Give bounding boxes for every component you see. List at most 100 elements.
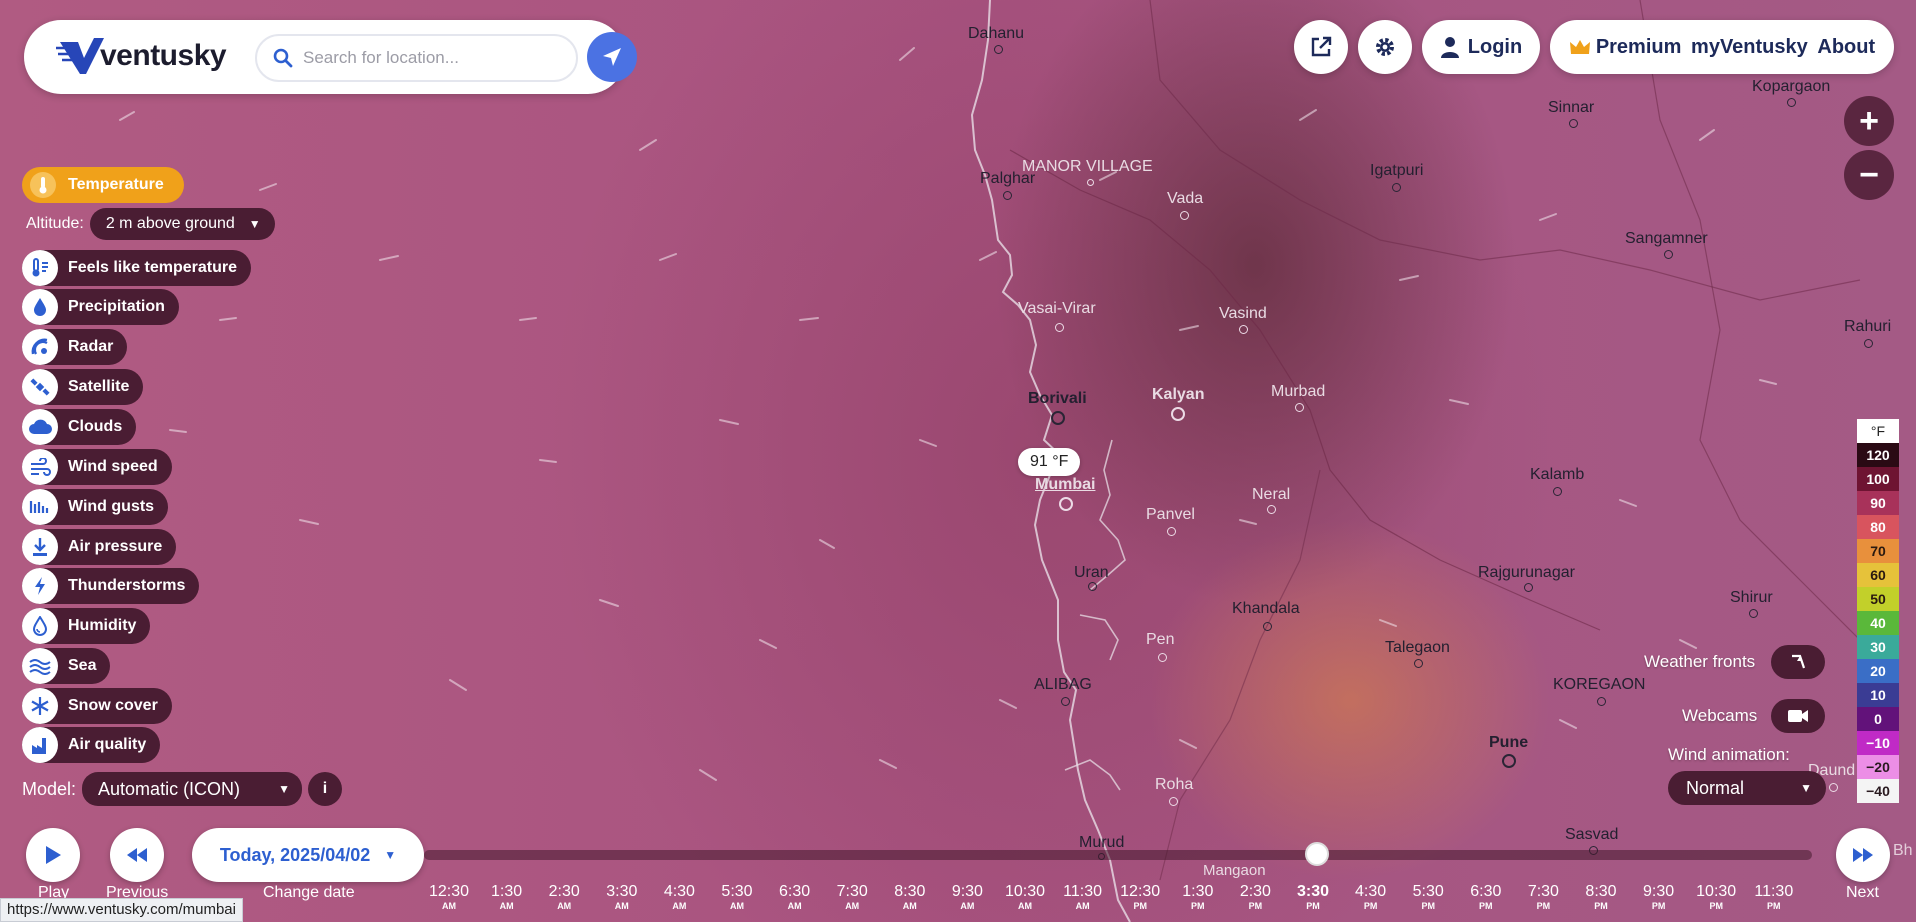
layer-sea[interactable]: Sea <box>22 648 111 684</box>
timeline-tick[interactable]: 12:30 PM <box>1110 884 1170 911</box>
tick-ampm: AM <box>442 901 456 911</box>
altitude-dropdown[interactable]: 2 m above ground ▼ <box>89 208 275 240</box>
layer-thunderstorms[interactable]: Thunderstorms <box>22 568 200 604</box>
timeline-tick[interactable]: 10:30 PM <box>1686 884 1746 911</box>
search-box[interactable] <box>255 34 578 82</box>
layer-snow-cover[interactable]: Snow cover <box>22 688 172 724</box>
date-label: Today, 2025/04/02 <box>219 844 371 865</box>
timeline-tick[interactable]: 6:30 AM <box>765 884 825 911</box>
myventusky-link[interactable]: myVentusky <box>1691 36 1808 59</box>
tick-ampm: AM <box>672 901 687 911</box>
timeline-tick[interactable]: 6:30 PM <box>1456 884 1516 911</box>
tick-time: 12:30 <box>1120 883 1161 900</box>
timeline-tick[interactable]: 2:30 PM <box>1225 884 1285 911</box>
layer-clouds[interactable]: Clouds <box>22 409 137 445</box>
snowflake-icon <box>22 688 58 724</box>
layer-humidity[interactable]: Humidity <box>22 608 151 644</box>
layer-air-quality[interactable]: Air quality <box>22 727 161 763</box>
search-input[interactable] <box>303 48 553 68</box>
tick-ampm: AM <box>845 901 860 911</box>
timeline-tick[interactable]: 11:30 AM <box>1053 884 1113 911</box>
timeline-tick[interactable]: 1:30 AM <box>477 884 537 911</box>
layer-label: Clouds <box>68 418 123 435</box>
tick-ampm: PM <box>1594 901 1608 911</box>
thermometer-icon <box>30 172 56 198</box>
crown-icon <box>1569 40 1590 54</box>
tick-ampm: PM <box>1709 901 1723 911</box>
premium-link[interactable]: Premium <box>1569 36 1681 59</box>
timeline-tick[interactable]: 2:30 AM <box>534 884 594 911</box>
timeline-tick[interactable]: 9:30 PM <box>1629 884 1689 911</box>
login-button[interactable]: Login <box>1422 20 1540 74</box>
wind-animation-value: Normal <box>1686 777 1745 798</box>
legend-step: 120 <box>1857 443 1899 467</box>
timeline-tick[interactable]: 7:30 PM <box>1513 884 1573 911</box>
logo[interactable]: ventusky <box>54 34 227 78</box>
chevron-down-icon: ▼ <box>1800 781 1812 795</box>
model-dropdown[interactable]: Automatic (ICON) ▼ <box>82 772 303 806</box>
webcams-toggle[interactable] <box>1771 699 1825 733</box>
layer-air-pressure[interactable]: Air pressure <box>22 529 177 565</box>
temperature-popup[interactable]: 91 °F <box>1018 448 1081 476</box>
layer-precipitation[interactable]: Precipitation <box>22 289 179 325</box>
timeline-tick[interactable]: 1:30 PM <box>1168 884 1228 911</box>
video-camera-icon <box>1788 710 1808 722</box>
wind-animation-dropdown[interactable]: Normal ▼ <box>1668 771 1826 805</box>
model-info-button[interactable]: i <box>308 772 343 806</box>
tick-time: 6:30 <box>1470 883 1502 900</box>
timeline-tick[interactable]: 4:30 AM <box>649 884 709 911</box>
about-link[interactable]: About <box>1817 36 1875 59</box>
city-label: Rajgurunagar <box>1478 564 1575 581</box>
layer-temperature-active[interactable]: Temperature <box>22 167 184 203</box>
city-dot <box>1392 183 1401 192</box>
zoom-in-button[interactable]: + <box>1844 96 1894 146</box>
timeline-tick[interactable]: 4:30 PM <box>1341 884 1401 911</box>
factory-icon <box>22 727 58 763</box>
city-label: Vasai-Virar <box>1018 300 1096 317</box>
layer-satellite[interactable]: Satellite <box>22 369 144 405</box>
timeline-tick[interactable]: 3:30 PM <box>1283 884 1343 911</box>
previous-button[interactable] <box>110 828 164 882</box>
timeline-slider-thumb[interactable] <box>1305 842 1329 866</box>
timeline-tick[interactable]: 3:30 AM <box>592 884 652 911</box>
layer-wind-speed[interactable]: Wind speed <box>22 449 172 485</box>
play-button[interactable] <box>26 828 80 882</box>
city-dot <box>1169 797 1178 806</box>
zoom-out-button[interactable]: − <box>1844 150 1894 200</box>
city-label-selected[interactable]: Mumbai <box>1035 476 1095 494</box>
share-button[interactable] <box>1294 20 1348 74</box>
tick-time: 12:30 <box>428 883 470 900</box>
tick-time: 7:30 <box>1527 883 1559 900</box>
rewind-icon <box>127 848 147 862</box>
settings-button[interactable] <box>1358 20 1412 74</box>
timeline-tick[interactable]: 12:30 AM <box>419 884 479 911</box>
timeline-tick[interactable]: 11:30 PM <box>1744 884 1804 911</box>
timeline-track[interactable] <box>424 850 1812 860</box>
city-label: Murbad <box>1271 383 1326 400</box>
layer-feels-like[interactable]: Feels like temperature <box>22 250 251 286</box>
locate-button[interactable] <box>587 32 637 82</box>
timeline-tick[interactable]: 7:30 AM <box>822 884 882 911</box>
tick-time: 1:30 <box>491 883 523 900</box>
layer-radar[interactable]: Radar <box>22 329 128 365</box>
city-label: Rahuri <box>1844 318 1892 335</box>
model-value: Automatic (ICON) <box>98 778 241 799</box>
legend-step: 40 <box>1857 611 1899 635</box>
timeline-tick[interactable]: 5:30 AM <box>707 884 767 911</box>
weather-fronts-toggle[interactable] <box>1771 645 1825 679</box>
timeline-tick[interactable]: 5:30 PM <box>1398 884 1458 911</box>
timeline-tick[interactable]: 8:30 PM <box>1571 884 1631 911</box>
next-button[interactable] <box>1836 828 1890 882</box>
legend-step: 10 <box>1857 683 1899 707</box>
tick-ampm: AM <box>960 901 975 911</box>
timeline-tick[interactable]: 9:30 AM <box>937 884 997 911</box>
layer-label: Air quality <box>68 736 147 753</box>
district-border-3 <box>1639 0 1861 641</box>
timeline-tick[interactable]: 10:30 AM <box>995 884 1055 911</box>
city-label: Kopargaon <box>1752 78 1831 95</box>
timeline-tick[interactable]: 8:30 AM <box>880 884 940 911</box>
tick-ampm: PM <box>1767 901 1781 911</box>
city-dot <box>1239 325 1248 334</box>
layer-wind-gusts[interactable]: Wind gusts <box>22 489 169 525</box>
date-picker-button[interactable]: Today, 2025/04/02 ▼ <box>192 828 424 882</box>
